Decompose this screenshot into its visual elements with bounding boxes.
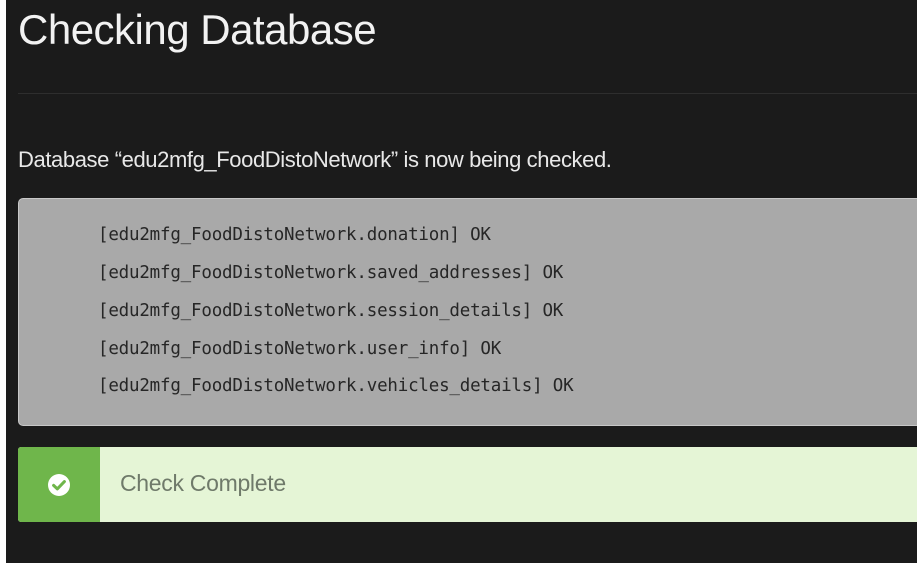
log-line: [edu2mfg_FoodDistoNetwork.vehicles_detai… — [98, 376, 574, 396]
check-log: [edu2mfg_FoodDistoNetwork.donation] OK [… — [18, 198, 917, 426]
page-title: Checking Database — [18, 6, 377, 53]
left-edge — [0, 0, 6, 563]
log-line: [edu2mfg_FoodDistoNetwork.session_detail… — [98, 301, 564, 321]
check-circle-icon — [48, 473, 70, 496]
log-line: [edu2mfg_FoodDistoNetwork.user_info] OK — [98, 339, 502, 359]
divider — [18, 93, 917, 94]
page: Checking Database Database “edu2mfg_Food… — [0, 0, 917, 563]
alert-icon-area — [18, 447, 100, 522]
status-message: Database “edu2mfg_FoodDistoNetwork” is n… — [18, 147, 612, 172]
success-alert: Check Complete — [18, 447, 917, 522]
log-line: [edu2mfg_FoodDistoNetwork.donation] OK — [98, 225, 491, 245]
alert-text: Check Complete — [120, 470, 286, 496]
log-line: [edu2mfg_FoodDistoNetwork.saved_addresse… — [98, 263, 564, 283]
